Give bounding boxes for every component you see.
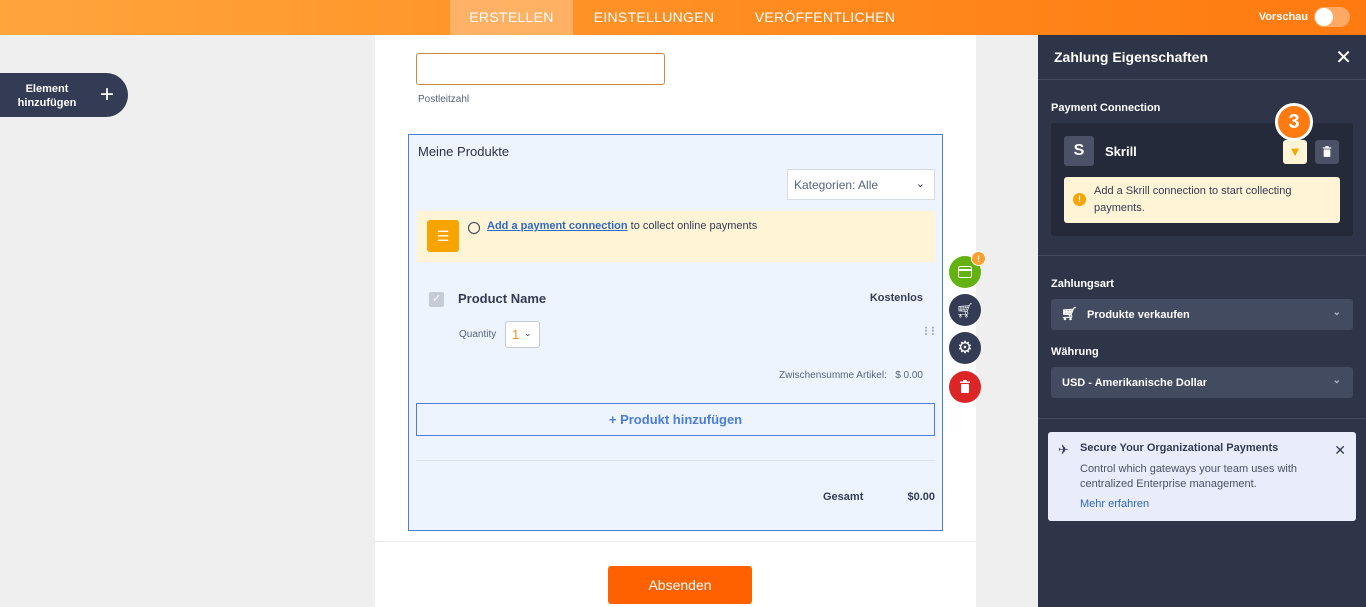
add-payment-connection-link[interactable]: Add a payment connection — [487, 220, 628, 232]
drag-handle-icon[interactable]: ⠇⠇ — [923, 325, 939, 339]
product-price: Kostenlos — [869, 292, 923, 304]
zip-sublabel: Postleitzahl — [418, 94, 470, 105]
currency-label: Währung — [1051, 346, 1099, 358]
quantity-value: 1 — [512, 327, 520, 342]
warning-text: Add a Skrill connection to start collect… — [1094, 185, 1292, 214]
gear-icon[interactable]: ⚙ — [949, 332, 981, 364]
add-element-button[interactable]: Element hinzufügen + — [0, 73, 128, 117]
promo-title: Secure Your Organizational Payments — [1080, 442, 1279, 454]
currency-select[interactable]: USD - Amerikanische Dollar ⌄ — [1051, 367, 1353, 398]
payment-connection-label: Payment Connection — [1051, 102, 1161, 114]
divider — [416, 460, 935, 461]
chevron-down-icon: ⌄ — [1332, 307, 1341, 318]
list-icon: ☰ — [427, 220, 459, 252]
zip-input[interactable] — [416, 53, 665, 85]
connection-warning: ! Add a Skrill connection to start colle… — [1064, 177, 1340, 223]
form-canvas: Postleitzahl Meine Produkte Kategorien: … — [375, 35, 976, 607]
plus-icon: + — [100, 81, 115, 108]
panel-title: Zahlung Eigenschaften — [1054, 49, 1209, 65]
divider — [1038, 418, 1366, 419]
tab-erstellen[interactable]: ERSTELLEN — [450, 0, 573, 35]
product-checkbox[interactable]: ✓ — [429, 292, 444, 307]
category-select[interactable]: Kategorien: Alle ⌄ — [787, 169, 935, 200]
notice-radio[interactable] — [468, 222, 480, 234]
product-list-field[interactable]: Meine Produkte Kategorien: Alle ⌄ ☰ Add … — [408, 134, 943, 531]
quantity-label: Quantity — [459, 329, 497, 340]
total-value: $0.00 — [907, 491, 935, 503]
subtotal-value: $ 0.00 — [895, 370, 923, 381]
promo-description: Control which gateways your team uses wi… — [1080, 463, 1298, 490]
preview-label: Vorschau — [1258, 11, 1308, 23]
panel-header: Zahlung Eigenschaften ✕ — [1038, 35, 1366, 80]
trash-icon[interactable] — [1315, 140, 1339, 164]
enterprise-promo: ✈ Secure Your Organizational Payments Co… — [1048, 432, 1356, 521]
add-element-label: Element hinzufügen — [17, 83, 77, 109]
currency-value: USD - Amerikanische Dollar — [1062, 377, 1208, 389]
payment-type-value: Produkte verkaufen — [1087, 309, 1190, 321]
submit-button[interactable]: Absenden — [608, 566, 752, 604]
cart-icon[interactable]: 🛒︎ — [949, 294, 981, 326]
product-name: Product Name — [458, 291, 547, 306]
tab-einstellungen[interactable]: EINSTELLUNGEN — [579, 0, 729, 35]
tab-veroeffentlichen[interactable]: VERÖFFENTLICHEN — [740, 0, 910, 35]
chevron-down-icon: ⌄ — [524, 328, 532, 338]
learn-more-link[interactable]: Mehr erfahren — [1080, 498, 1149, 510]
subtotal-label: Zwischensumme Artikel: — [779, 370, 887, 381]
payment-type-label: Zahlungsart — [1051, 278, 1114, 290]
step-number-badge: 3 — [1275, 103, 1313, 141]
rocket-icon: ✈ — [1058, 442, 1069, 457]
plug-icon[interactable]: ▼ — [1283, 140, 1307, 164]
divider — [375, 541, 976, 542]
chevron-down-icon: ⌄ — [1332, 375, 1341, 386]
gateway-name: Skrill — [1105, 144, 1137, 159]
toggle-knob — [1315, 8, 1333, 26]
product-list-title: Meine Produkte — [418, 144, 510, 159]
cart-icon: 🛒︎ — [1061, 306, 1078, 321]
warning-icon: ! — [1073, 193, 1086, 206]
properties-panel: Zahlung Eigenschaften ✕ Payment Connecti… — [1038, 35, 1366, 607]
chevron-down-icon: ⌄ — [915, 178, 925, 190]
top-navigation-bar: ERSTELLEN EINSTELLUNGEN VERÖFFENTLICHEN … — [0, 0, 1366, 35]
notice-text: Add a payment connection to collect onli… — [487, 220, 757, 232]
payment-type-select[interactable]: 🛒︎ Produkte verkaufen ⌄ — [1051, 299, 1353, 330]
close-icon[interactable]: ✕ — [1335, 45, 1352, 70]
skrill-logo: S — [1064, 136, 1094, 166]
divider — [1038, 255, 1366, 256]
payment-connection-box: S Skrill ▼ 3 ! Add a Skrill connection t… — [1051, 103, 1353, 236]
warning-badge: ! — [971, 251, 986, 266]
notice-suffix: to collect online payments — [627, 220, 758, 232]
preview-toggle[interactable] — [1314, 7, 1350, 27]
payment-notice: ☰ Add a payment connection to collect on… — [417, 211, 935, 262]
close-icon[interactable]: ✕ — [1334, 442, 1346, 459]
subtotal: Zwischensumme Artikel: $ 0.00 — [779, 370, 923, 381]
add-product-button[interactable]: + Produkt hinzufügen — [416, 403, 935, 436]
total-label: Gesamt — [823, 491, 864, 503]
trash-icon[interactable] — [949, 371, 981, 403]
quantity-select[interactable]: 1 ⌄ — [505, 321, 540, 348]
category-select-value: Kategorien: Alle — [794, 178, 879, 192]
